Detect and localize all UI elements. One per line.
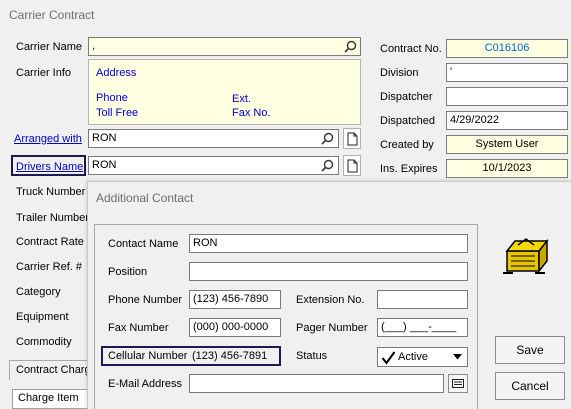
charge-item-label: Charge Item <box>18 392 79 404</box>
created-by-label: Created by <box>380 139 434 151</box>
rolodex-icon <box>500 232 552 280</box>
status-select[interactable]: Active <box>377 347 468 367</box>
truck-number-label: Truck Number <box>16 186 86 198</box>
chevron-down-icon[interactable] <box>450 350 464 364</box>
carrier-info-label: Carrier Info <box>16 67 72 79</box>
dispatcher-label: Dispatcher <box>380 91 433 103</box>
extension-no-field[interactable] <box>377 290 468 309</box>
dispatched-label: Dispatched <box>380 115 436 127</box>
search-icon[interactable] <box>319 157 336 174</box>
pager-number-label: Pager Number <box>296 322 368 334</box>
status-value: Active <box>398 351 428 363</box>
arranged-with-field[interactable]: RON <box>88 129 339 148</box>
email-icon[interactable] <box>448 374 468 393</box>
phone-number-label: Phone Number <box>108 294 182 306</box>
cellular-number-label: Cellular Number <box>108 350 188 362</box>
additional-contact-dialog: Additional Contact Contact Name RON Posi… <box>87 181 571 409</box>
address-label: Address <box>96 67 137 79</box>
carrier-name-field[interactable]: , <box>88 37 361 56</box>
contact-name-label: Contact Name <box>108 238 179 250</box>
dispatcher-field[interactable] <box>446 87 568 106</box>
position-field[interactable] <box>189 262 468 281</box>
ins-expires-label: Ins. Expires <box>380 163 438 175</box>
cellular-number-field[interactable]: (123) 456-7891 <box>192 350 267 362</box>
arranged-with-link[interactable]: Arranged with <box>14 133 82 145</box>
drivers-name-link[interactable]: Drivers Name <box>16 161 83 173</box>
division-label: Division <box>380 67 419 79</box>
ext-label: Ext. <box>232 93 251 105</box>
division-field[interactable]: ' <box>446 63 568 82</box>
save-button[interactable]: Save <box>495 336 565 364</box>
phone-number-field[interactable]: (123) 456-7890 <box>189 290 281 309</box>
contact-name-field[interactable]: RON <box>189 234 468 253</box>
search-icon[interactable] <box>319 130 336 147</box>
contract-no-field[interactable]: C016106 <box>446 39 568 58</box>
email-label: E-Mail Address <box>108 378 182 390</box>
extension-no-label: Extension No. <box>296 294 365 306</box>
ins-expires-field: 10/1/2023 <box>446 159 568 178</box>
carrier-ref-label: Carrier Ref. # <box>16 261 83 273</box>
equipment-label: Equipment <box>16 311 69 323</box>
toll-free-label: Toll Free <box>96 107 139 119</box>
contract-rate-label: Contract Rate <box>16 236 84 248</box>
dialog-title: Additional Contact <box>96 191 194 205</box>
dispatched-field[interactable]: 4/29/2022 <box>446 111 568 130</box>
position-label: Position <box>108 266 148 278</box>
drivers-name-field[interactable]: RON <box>88 156 339 175</box>
search-icon[interactable] <box>342 38 359 55</box>
email-field[interactable] <box>189 374 444 393</box>
cancel-button[interactable]: Cancel <box>495 372 565 400</box>
contract-no-label: Contract No. <box>380 43 442 55</box>
commodity-label: Commodity <box>16 336 72 348</box>
window-title: Carrier Contract <box>9 8 95 22</box>
carrier-name-label: Carrier Name <box>16 41 83 53</box>
fax-number-label: Fax Number <box>108 322 169 334</box>
phone-label: Phone <box>96 92 128 104</box>
category-label: Category <box>16 286 61 298</box>
fax-number-field[interactable]: (000) 000-0000 <box>189 318 281 337</box>
status-label: Status <box>296 350 328 362</box>
document-icon[interactable] <box>343 128 361 149</box>
trailer-number-label: Trailer Number <box>16 212 89 224</box>
created-by-field: System User <box>446 135 568 154</box>
fax-no-label: Fax No. <box>232 107 271 119</box>
document-icon[interactable] <box>343 155 361 176</box>
contract-charges-label: Contract Charg <box>16 364 91 376</box>
checkmark-icon <box>380 349 396 365</box>
pager-number-field[interactable]: (___) ___-____ <box>377 318 468 337</box>
